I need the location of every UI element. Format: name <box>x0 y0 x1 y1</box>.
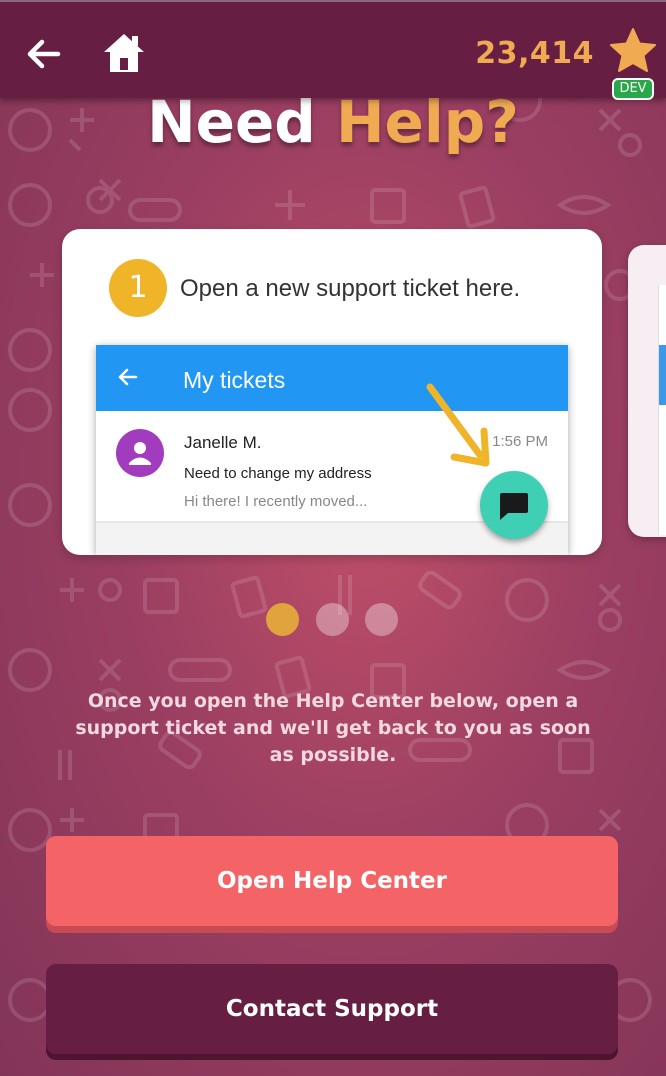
next-slide-card[interactable] <box>628 245 666 537</box>
new-ticket-fab <box>480 471 548 539</box>
page-title-part2: Help? <box>336 88 519 156</box>
contact-support-button[interactable]: Contact Support <box>46 964 618 1054</box>
home-button[interactable] <box>100 30 148 74</box>
step-number-badge: 1 <box>109 259 167 317</box>
top-bar: 23,414 DEV <box>0 0 666 100</box>
page-dot-3[interactable] <box>365 603 398 636</box>
person-icon <box>129 442 151 465</box>
avatar <box>116 429 164 477</box>
page-dot-2[interactable] <box>316 603 349 636</box>
page-dot-1[interactable] <box>266 603 299 636</box>
open-help-center-button[interactable]: Open Help Center <box>46 836 618 926</box>
carousel-pagination <box>266 603 400 637</box>
home-icon <box>104 34 144 72</box>
mockup-title: My tickets <box>183 367 286 393</box>
back-button[interactable] <box>22 32 66 76</box>
page-title-part1: Need <box>147 88 316 156</box>
coin-count: 23,414 <box>475 36 594 71</box>
ticket-name: Janelle M. <box>184 433 262 452</box>
chat-icon <box>500 493 528 520</box>
dev-badge: DEV <box>612 78 654 100</box>
pointer-arrow-icon <box>426 383 490 467</box>
star-icon <box>610 28 656 72</box>
tickets-mockup: My tickets Janelle M. 1:56 PM Need to ch… <box>96 345 568 555</box>
help-info-text: Once you open the Help Center below, ope… <box>75 690 591 766</box>
mockup-arrow-left-icon <box>118 368 138 386</box>
arrow-left-icon <box>27 39 61 69</box>
step-instruction: Open a new support ticket here. <box>180 275 521 302</box>
page-title: Need Help? <box>0 88 666 156</box>
ticket-preview: Hi there! I recently moved... <box>184 493 368 510</box>
tutorial-card[interactable]: 1 Open a new support ticket here. My tic… <box>62 229 602 555</box>
ticket-subject: Need to change my address <box>184 465 372 482</box>
